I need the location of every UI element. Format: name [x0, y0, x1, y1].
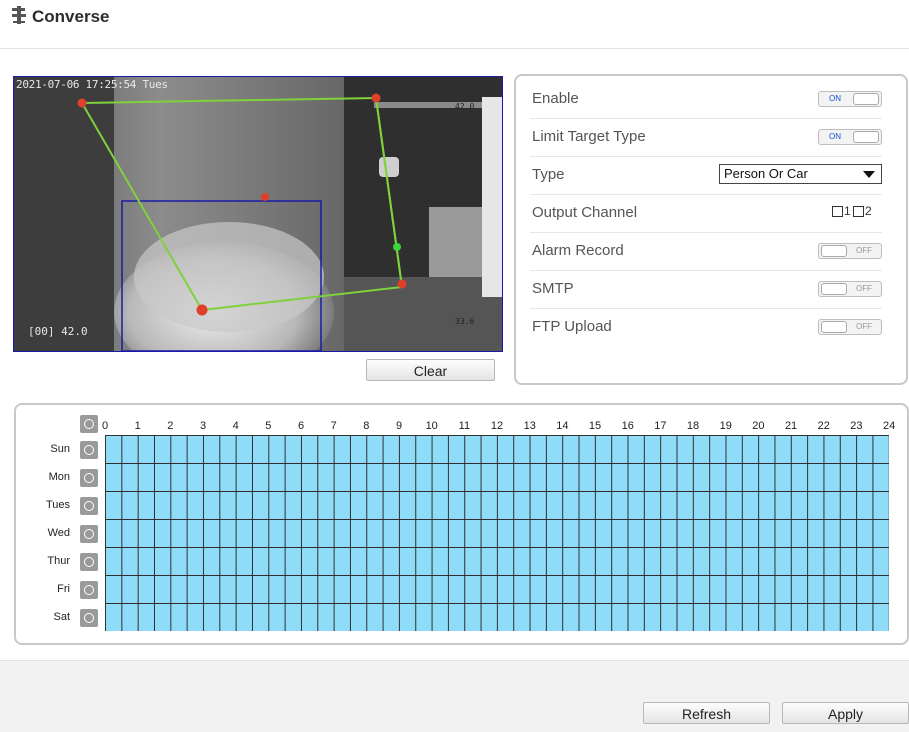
- setting-output-channel: Output Channel 1 2: [530, 194, 882, 233]
- output-channel-2-label: 2: [865, 204, 872, 218]
- hour-label: 2: [167, 420, 174, 432]
- day-label: Sun: [50, 443, 70, 455]
- setting-enable: Enable ON: [530, 80, 882, 119]
- hour-label: 20: [752, 420, 765, 432]
- ftp-upload-label: FTP Upload: [532, 318, 612, 335]
- hour-label: 13: [523, 420, 536, 432]
- hour-label: 10: [425, 420, 438, 432]
- hour-label: 7: [330, 420, 337, 432]
- converse-icon: [12, 6, 26, 24]
- day-label: Mon: [48, 471, 70, 483]
- alarm-record-toggle[interactable]: OFF: [818, 243, 882, 259]
- hour-label: 9: [395, 420, 403, 432]
- alarm-record-label: Alarm Record: [532, 242, 624, 259]
- hour-label: 11: [458, 420, 471, 432]
- row-reset-icon[interactable]: [80, 581, 98, 599]
- hour-label: 19: [719, 420, 732, 432]
- settings-panel: Enable ON Limit Target Type ON Type Pers…: [514, 74, 908, 385]
- setting-smtp: SMTP OFF: [530, 270, 882, 309]
- hour-label: 0: [101, 420, 109, 432]
- hour-label: 6: [297, 420, 305, 432]
- hour-label: 15: [588, 420, 602, 432]
- row-reset-icon[interactable]: [80, 441, 98, 459]
- temp-readout-top: 42.0: [455, 102, 475, 111]
- smtp-label: SMTP: [532, 280, 574, 297]
- output-channel-label: Output Channel: [532, 204, 638, 221]
- video-preview[interactable]: 2021-07-06 17:25:54 Tues [00] 42.0 42.0 …: [13, 76, 503, 352]
- day-label: Sat: [53, 611, 70, 623]
- row-reset-icon[interactable]: [80, 553, 98, 571]
- osd-channel: [00] 42.0: [28, 325, 88, 338]
- title-bar: Converse: [0, 0, 909, 49]
- chevron-down-icon: [863, 171, 875, 178]
- day-label: Thur: [47, 555, 70, 567]
- hour-label: 24: [882, 420, 896, 432]
- hour-label: 8: [363, 420, 370, 432]
- day-label: Tues: [45, 499, 70, 511]
- limit-target-type-toggle[interactable]: ON: [818, 129, 882, 145]
- hour-label: 23: [850, 420, 863, 432]
- enable-label: Enable: [532, 90, 579, 107]
- setting-alarm-record: Alarm Record OFF: [530, 232, 882, 271]
- temp-readout-bottom: 33.6: [455, 317, 475, 326]
- setting-type: Type Person Or Car: [530, 156, 882, 195]
- hour-label: 1: [134, 420, 141, 432]
- row-reset-icon[interactable]: [80, 609, 98, 627]
- hour-label: 17: [654, 420, 667, 432]
- day-label: Wed: [47, 527, 70, 539]
- row-reset-icon[interactable]: [80, 525, 98, 543]
- type-select[interactable]: Person Or Car: [719, 164, 882, 184]
- hour-label: 5: [265, 420, 272, 432]
- enable-toggle[interactable]: ON: [818, 91, 882, 107]
- apply-button[interactable]: Apply: [782, 702, 909, 724]
- limit-target-type-label: Limit Target Type: [532, 128, 646, 145]
- day-label: Fri: [57, 583, 70, 595]
- setting-ftp-upload: FTP Upload OFF: [530, 308, 882, 346]
- smtp-toggle[interactable]: OFF: [818, 281, 882, 297]
- page-title: Converse: [32, 7, 110, 26]
- setting-limit-target-type: Limit Target Type ON: [530, 118, 882, 157]
- schedule-grid[interactable]: [105, 435, 889, 631]
- row-reset-icon[interactable]: [80, 469, 98, 487]
- refresh-button[interactable]: Refresh: [643, 702, 770, 724]
- hour-label: 3: [199, 420, 207, 432]
- hour-label: 18: [686, 420, 700, 432]
- hour-label: 4: [232, 420, 239, 432]
- clear-button[interactable]: Clear: [366, 359, 495, 381]
- hour-label: 22: [817, 420, 830, 432]
- output-channel-1-checkbox[interactable]: [832, 206, 843, 217]
- output-channel-1-label: 1: [844, 204, 851, 218]
- hour-label: 12: [490, 420, 504, 432]
- hour-label: 16: [621, 420, 634, 432]
- hour-label: 21: [784, 420, 798, 432]
- footer-bar: [0, 660, 909, 732]
- type-label: Type: [532, 166, 565, 183]
- hour-label: 14: [556, 420, 569, 432]
- video-frame: [14, 77, 502, 351]
- row-reset-icon[interactable]: [80, 497, 98, 515]
- osd-timestamp: 2021-07-06 17:25:54 Tues: [16, 78, 168, 91]
- output-channel-2-checkbox[interactable]: [853, 206, 864, 217]
- ftp-upload-toggle[interactable]: OFF: [818, 319, 882, 335]
